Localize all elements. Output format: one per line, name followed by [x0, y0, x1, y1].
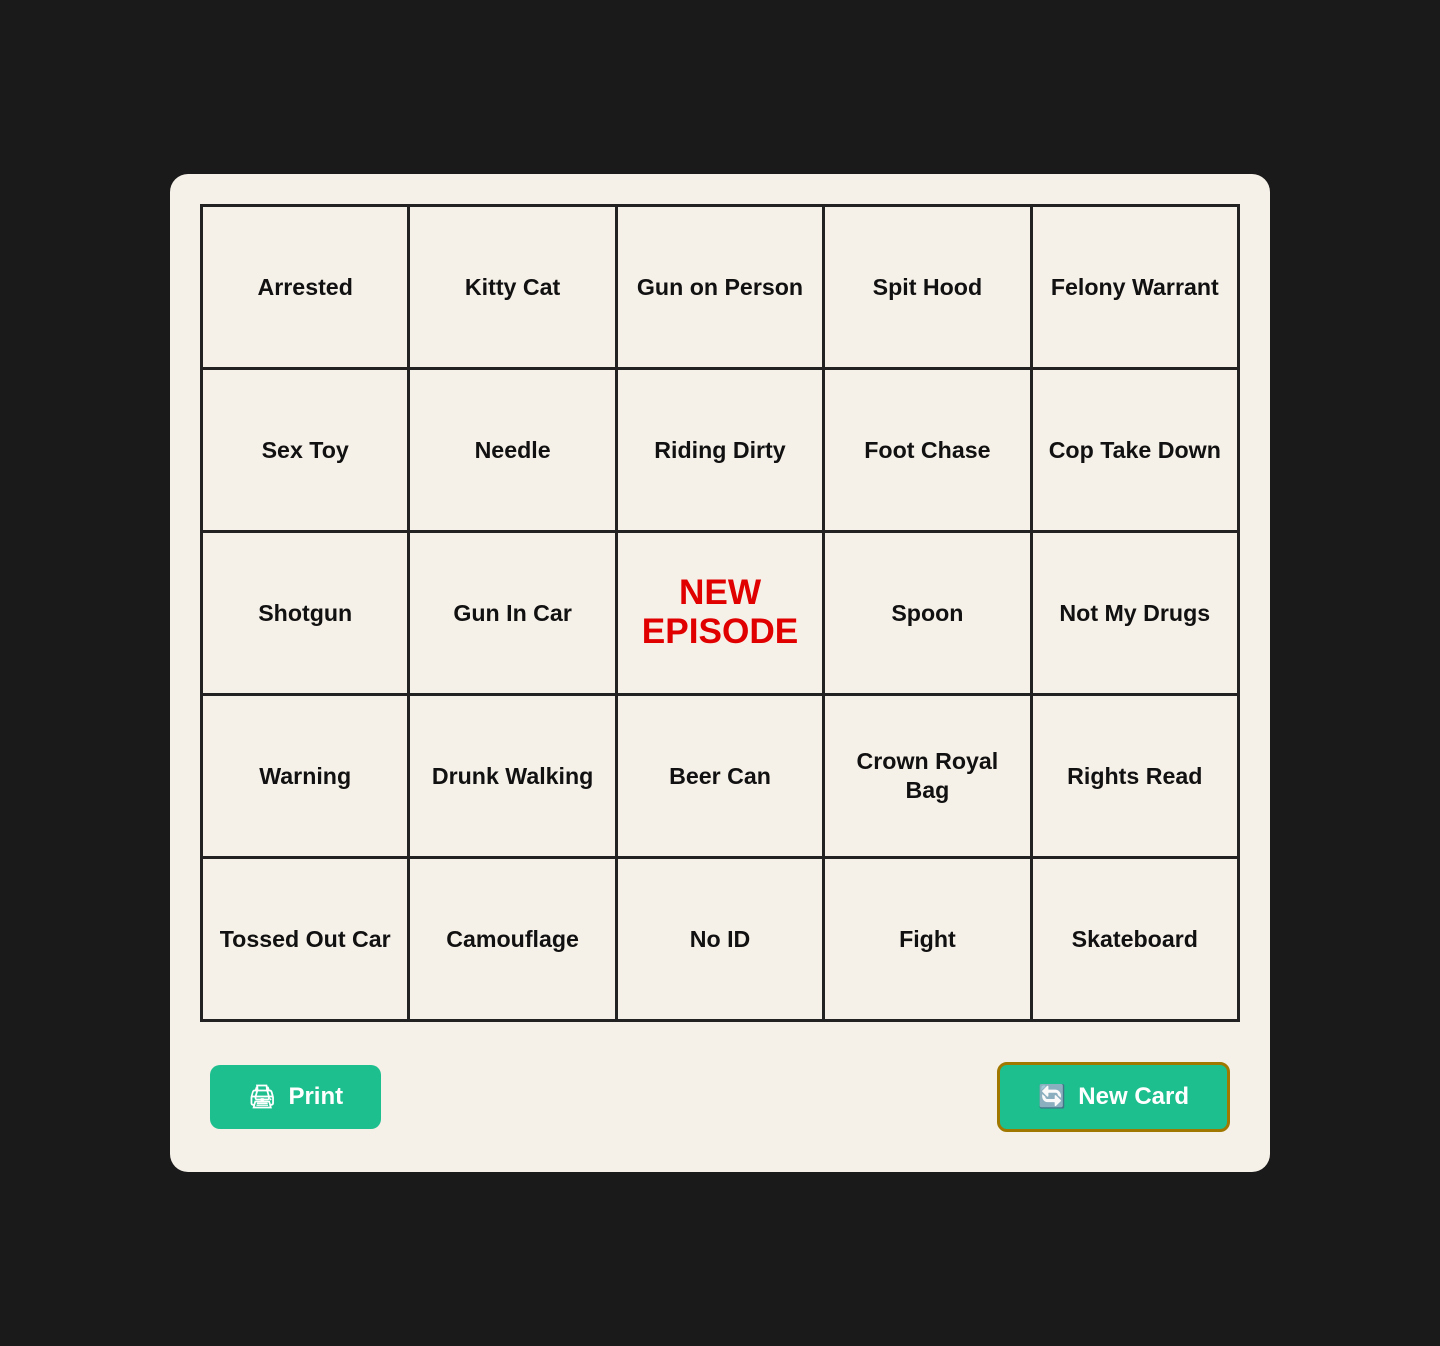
- bingo-cell-r2c0: Shotgun: [203, 533, 407, 693]
- print-label: Print: [288, 1083, 343, 1111]
- bingo-cell-r3c3: Crown Royal Bag: [825, 696, 1029, 856]
- bingo-cell-r3c0: Warning: [203, 696, 407, 856]
- bingo-cell-r0c2: Gun on Person: [618, 207, 822, 367]
- bingo-cell-r4c3: Fight: [825, 859, 1029, 1019]
- bingo-cell-r4c0: Tossed Out Car: [203, 859, 407, 1019]
- bingo-cell-r2c3: Spoon: [825, 533, 1029, 693]
- bingo-grid: ArrestedKitty CatGun on PersonSpit HoodF…: [200, 204, 1240, 1022]
- bingo-cell-r1c4: Cop Take Down: [1033, 370, 1237, 530]
- bingo-cell-r0c4: Felony Warrant: [1033, 207, 1237, 367]
- bingo-cell-r4c2: No ID: [618, 859, 822, 1019]
- bingo-cell-r2c2: NEW EPISODE: [618, 533, 822, 693]
- bingo-cell-r2c1: Gun In Car: [410, 533, 614, 693]
- new-card-button[interactable]: 🔄 New Card: [997, 1062, 1230, 1132]
- bingo-cell-r0c3: Spit Hood: [825, 207, 1029, 367]
- print-icon: 🖨: [248, 1084, 276, 1110]
- bingo-cell-r3c4: Rights Read: [1033, 696, 1237, 856]
- buttons-row: 🖨 Print 🔄 New Card: [200, 1062, 1240, 1132]
- new-card-label: New Card: [1078, 1083, 1189, 1111]
- bingo-cell-r3c1: Drunk Walking: [410, 696, 614, 856]
- new-card-icon: 🔄: [1038, 1084, 1066, 1110]
- print-button[interactable]: 🖨 Print: [210, 1065, 381, 1129]
- bingo-cell-r4c4: Skateboard: [1033, 859, 1237, 1019]
- bingo-cell-r0c0: Arrested: [203, 207, 407, 367]
- bingo-card: ArrestedKitty CatGun on PersonSpit HoodF…: [170, 174, 1270, 1172]
- bingo-cell-r2c4: Not My Drugs: [1033, 533, 1237, 693]
- bingo-cell-r0c1: Kitty Cat: [410, 207, 614, 367]
- bingo-cell-r3c2: Beer Can: [618, 696, 822, 856]
- bingo-cell-r1c3: Foot Chase: [825, 370, 1029, 530]
- bingo-cell-r1c0: Sex Toy: [203, 370, 407, 530]
- bingo-cell-r1c2: Riding Dirty: [618, 370, 822, 530]
- bingo-cell-r4c1: Camouflage: [410, 859, 614, 1019]
- bingo-cell-r1c1: Needle: [410, 370, 614, 530]
